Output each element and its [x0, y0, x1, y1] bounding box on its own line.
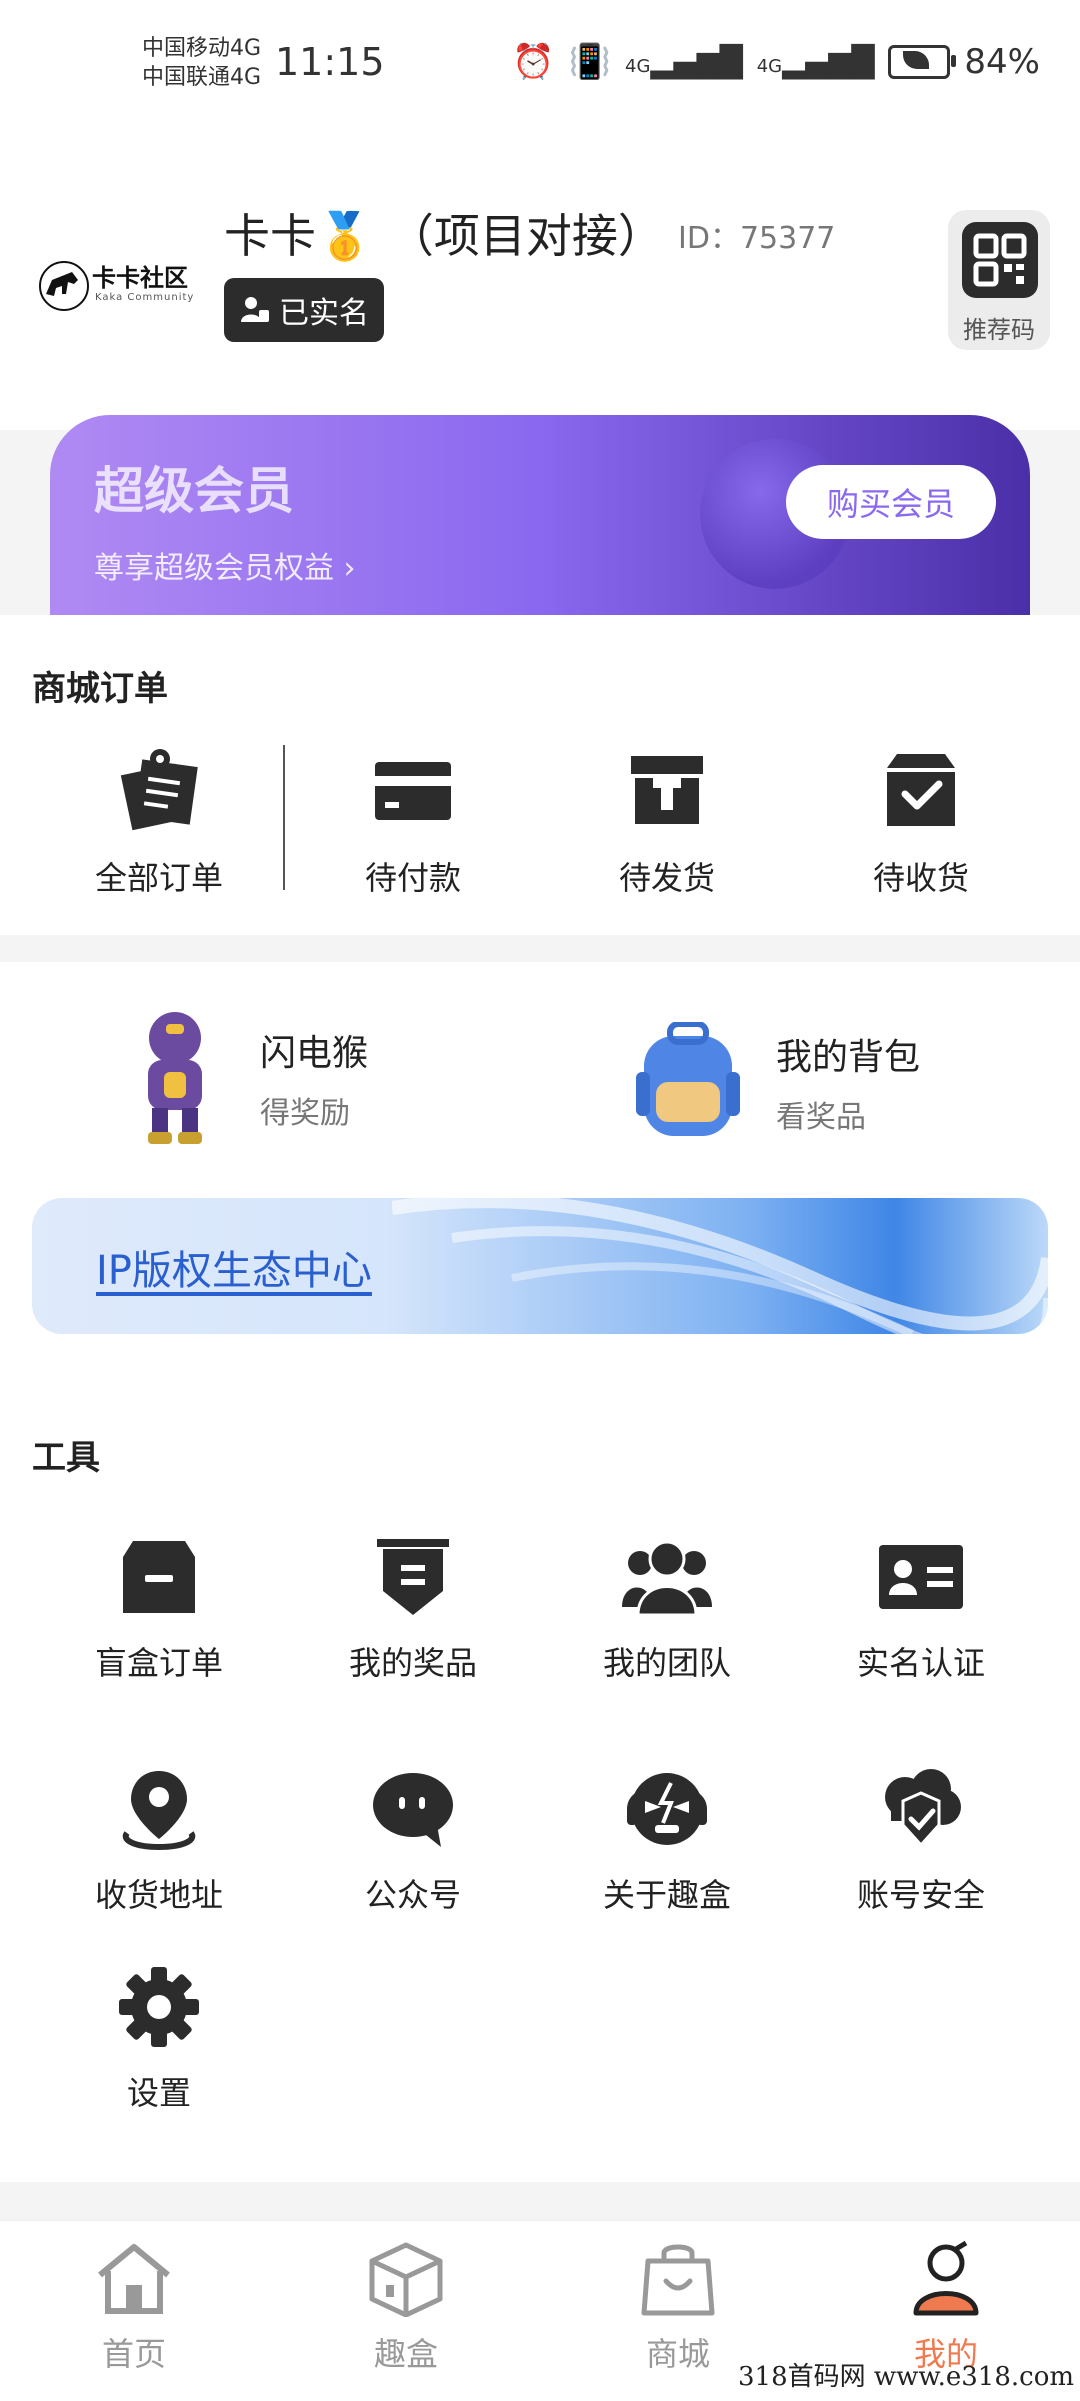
verified-user-icon	[241, 297, 269, 322]
carrier-1: 中国移动4G	[142, 36, 262, 61]
vip-subtitle[interactable]: 尊享超级会员权益 ›	[94, 543, 356, 587]
security-icon	[876, 1764, 966, 1854]
status-bar: 中国移动4G 中国联通4G 11:15 ⏰ 📳 4G▂▄▆█ 4G▂▄▆█ 84…	[0, 0, 1080, 130]
team-icon	[622, 1532, 712, 1622]
tool-my-prizes[interactable]: 我的奖品	[286, 1532, 540, 1684]
feature-title: 闪电猴	[260, 1033, 369, 1074]
user-id: ID：75377	[678, 221, 836, 256]
feature-subtitle: 得奖励	[260, 1096, 350, 1131]
astronaut-icon	[148, 1012, 202, 1144]
tool-label: 收货地址	[94, 1876, 223, 1914]
order-item-all[interactable]: 全部订单	[32, 745, 286, 899]
card-icon	[368, 745, 458, 835]
tool-about[interactable]: 关于趣盒	[540, 1764, 794, 1916]
logo-text: 卡卡社区	[92, 264, 188, 292]
check-box-icon	[876, 745, 966, 835]
signal-icon-2: 4G▂▄▆█	[756, 44, 875, 80]
nav-mall[interactable]: 商城	[598, 2241, 758, 2375]
feature-my-backpack[interactable]: 我的背包 看奖品	[630, 1022, 920, 1142]
id-card-icon	[876, 1532, 966, 1622]
carrier-2: 中国联通4G	[142, 65, 262, 90]
backpack-icon	[636, 1022, 740, 1136]
qr-code-icon	[962, 222, 1038, 298]
ip-center-banner[interactable]: IP版权生态中心	[32, 1198, 1048, 1334]
carrier-info: 中国移动4G 中国联通4G	[142, 34, 261, 92]
order-label: 待付款	[364, 859, 461, 897]
prize-icon	[368, 1532, 458, 1622]
tool-account-security[interactable]: 账号安全	[794, 1764, 1048, 1916]
tool-real-name-auth[interactable]: 实名认证	[794, 1532, 1048, 1684]
tool-settings[interactable]: 设置	[32, 1962, 286, 2114]
verified-badge[interactable]: 已实名	[224, 278, 384, 342]
tool-label: 关于趣盒	[602, 1876, 731, 1914]
user-icon	[913, 2241, 979, 2316]
blind-box-icon	[114, 1532, 204, 1622]
feature-section: 闪电猴 得奖励 我的背包 看奖品 IP版权生态中心	[0, 962, 1080, 1382]
nav-label: 商城	[645, 2335, 710, 2373]
feature-subtitle: 看奖品	[776, 1100, 866, 1135]
about-icon	[622, 1764, 712, 1854]
alarm-icon: ⏰	[512, 42, 555, 82]
nav-home[interactable]: 首页	[54, 2241, 214, 2375]
tool-blind-box-orders[interactable]: 盲盒订单	[32, 1532, 286, 1684]
tool-shipping-address[interactable]: 收货地址	[32, 1764, 286, 1916]
vibrate-icon: 📳	[568, 42, 612, 82]
tool-label: 我的奖品	[348, 1644, 477, 1682]
verified-label: 已实名	[279, 296, 369, 331]
clock: 11:15	[275, 40, 385, 84]
battery-level: 84%	[964, 42, 1040, 82]
order-item-to-ship[interactable]: 待发货	[540, 745, 794, 899]
order-label: 待收货	[872, 859, 969, 897]
tool-my-team[interactable]: 我的团队	[540, 1532, 794, 1684]
buy-vip-button[interactable]: 购买会员	[786, 465, 996, 539]
order-item-to-receive[interactable]: 待收货	[794, 745, 1048, 899]
home-icon	[98, 2244, 170, 2314]
gear-icon	[114, 1962, 204, 2052]
feature-title: 我的背包	[776, 1037, 921, 1078]
vip-banner[interactable]: 超级会员 尊享超级会员权益 › 购买会员	[50, 415, 1030, 615]
order-label: 全部订单	[94, 859, 223, 897]
user-nickname: 卡卡🥇 （项目对接）	[224, 209, 664, 263]
ip-center-link[interactable]: IP版权生态中心	[96, 1238, 372, 1296]
all-orders-icon	[114, 745, 204, 835]
tool-label: 账号安全	[856, 1876, 985, 1914]
nav-label: 趣盒	[373, 2335, 438, 2373]
tools-section: 工具 盲盒订单 我的奖品 我的团队 实名认证 收货地址 公众号 关于趣盒 账号安…	[0, 1382, 1080, 2182]
bag-icon	[641, 2244, 715, 2316]
section-title-tools: 工具	[32, 1438, 100, 1478]
battery-icon	[888, 45, 957, 79]
tool-label: 实名认证	[856, 1644, 985, 1682]
watermark-text: 318首码网 www.e318.com	[738, 2362, 1074, 2392]
box-icon	[622, 745, 712, 835]
signal-icon-1: 4G▂▄▆█	[625, 44, 743, 80]
location-icon	[114, 1764, 204, 1854]
referral-code-label: 推荐码	[963, 316, 1035, 344]
tool-label: 盲盒订单	[94, 1644, 223, 1682]
tool-label: 设置	[126, 2074, 191, 2112]
order-label: 待发货	[618, 859, 715, 897]
feature-lightning-monkey[interactable]: 闪电猴 得奖励	[130, 1008, 368, 1148]
profile-header: 卡卡社区 Kaka Community 卡卡🥇 （项目对接） ID：75377 …	[0, 130, 1080, 430]
mall-orders-section: 商城订单 全部订单 待付款 待发货 待收货	[0, 615, 1080, 935]
tool-label: 我的团队	[602, 1644, 731, 1682]
tool-official-account[interactable]: 公众号	[286, 1764, 540, 1916]
vip-title: 超级会员	[94, 462, 294, 520]
section-title-orders: 商城订单	[32, 669, 168, 709]
chat-icon	[368, 1764, 458, 1854]
logo-subtext: Kaka Community	[95, 292, 195, 303]
bottom-nav: 首页 趣盒 商城 我的 318首码网 www.e318.com	[0, 2220, 1080, 2401]
tool-label: 公众号	[364, 1876, 461, 1914]
nav-qubox[interactable]: 趣盒	[326, 2241, 486, 2375]
nav-mine[interactable]: 我的	[866, 2241, 1026, 2375]
nav-label: 首页	[101, 2335, 166, 2373]
cube-icon	[369, 2242, 443, 2317]
order-item-unpaid[interactable]: 待付款	[286, 745, 540, 899]
ip-banner-art	[392, 1198, 1048, 1334]
status-icons: ⏰ 📳 4G▂▄▆█ 4G▂▄▆█ 84%	[512, 42, 1040, 82]
